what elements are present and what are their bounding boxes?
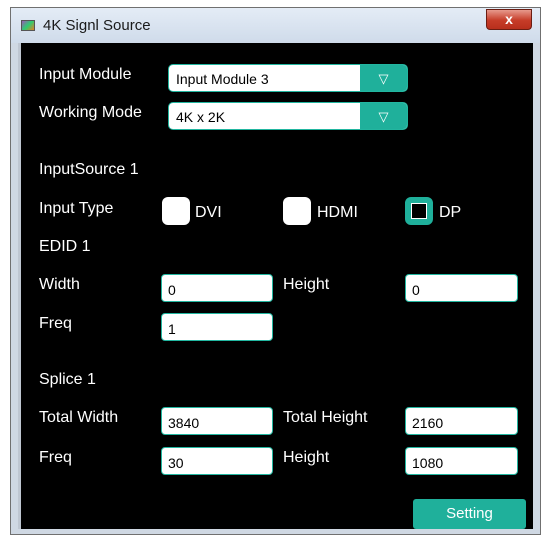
edid-width-label: Width <box>39 276 80 293</box>
setting-button[interactable]: Setting <box>413 499 526 529</box>
input-module-label: Input Module <box>39 66 132 83</box>
total-height-input[interactable]: 2160 <box>405 407 518 435</box>
splice-height-input[interactable]: 1080 <box>405 447 518 475</box>
total-width-label: Total Width <box>39 409 119 426</box>
edid-height-label: Height <box>283 276 330 293</box>
dp-checkbox[interactable] <box>405 197 433 225</box>
splice-freq-input[interactable]: 30 <box>161 447 273 475</box>
hdmi-label: HDMI <box>317 204 358 221</box>
edid-heading: EDID 1 <box>39 238 91 255</box>
window-title: 4K Signl Source <box>43 17 151 34</box>
dp-label: DP <box>439 204 462 221</box>
working-mode-value: 4K x 2K <box>176 109 226 125</box>
input-type-label: Input Type <box>39 200 114 217</box>
splice-height-label: Height <box>283 449 330 466</box>
dvi-checkbox[interactable] <box>162 197 190 225</box>
edid-height-input[interactable]: 0 <box>405 274 518 302</box>
close-button[interactable]: x <box>486 9 532 30</box>
chevron-down-icon[interactable]: ▽ <box>360 65 407 91</box>
app-icon <box>21 20 35 31</box>
chevron-down-icon[interactable]: ▽ <box>360 103 407 129</box>
settings-panel: Input Module Input Module 3 ▽ Working Mo… <box>18 43 533 529</box>
working-mode-label: Working Mode <box>39 104 142 121</box>
dvi-label: DVI <box>195 204 222 221</box>
input-source-heading: InputSource 1 <box>39 161 139 178</box>
checkbox-checked-indicator <box>411 203 427 219</box>
title-bar[interactable]: 4K Signl Source x <box>11 8 540 43</box>
total-height-label: Total Height <box>283 409 368 426</box>
splice-freq-label: Freq <box>39 449 72 466</box>
input-module-select[interactable]: Input Module 3 ▽ <box>168 64 408 92</box>
edid-freq-input[interactable]: 1 <box>161 313 273 341</box>
total-width-input[interactable]: 3840 <box>161 407 273 435</box>
dialog-window: 4K Signl Source x Input Module Input Mod… <box>10 7 541 535</box>
hdmi-checkbox[interactable] <box>283 197 311 225</box>
edid-freq-label: Freq <box>39 315 72 332</box>
input-module-value: Input Module 3 <box>176 71 269 87</box>
splice-heading: Splice 1 <box>39 371 96 388</box>
working-mode-select[interactable]: 4K x 2K ▽ <box>168 102 408 130</box>
edid-width-input[interactable]: 0 <box>161 274 273 302</box>
